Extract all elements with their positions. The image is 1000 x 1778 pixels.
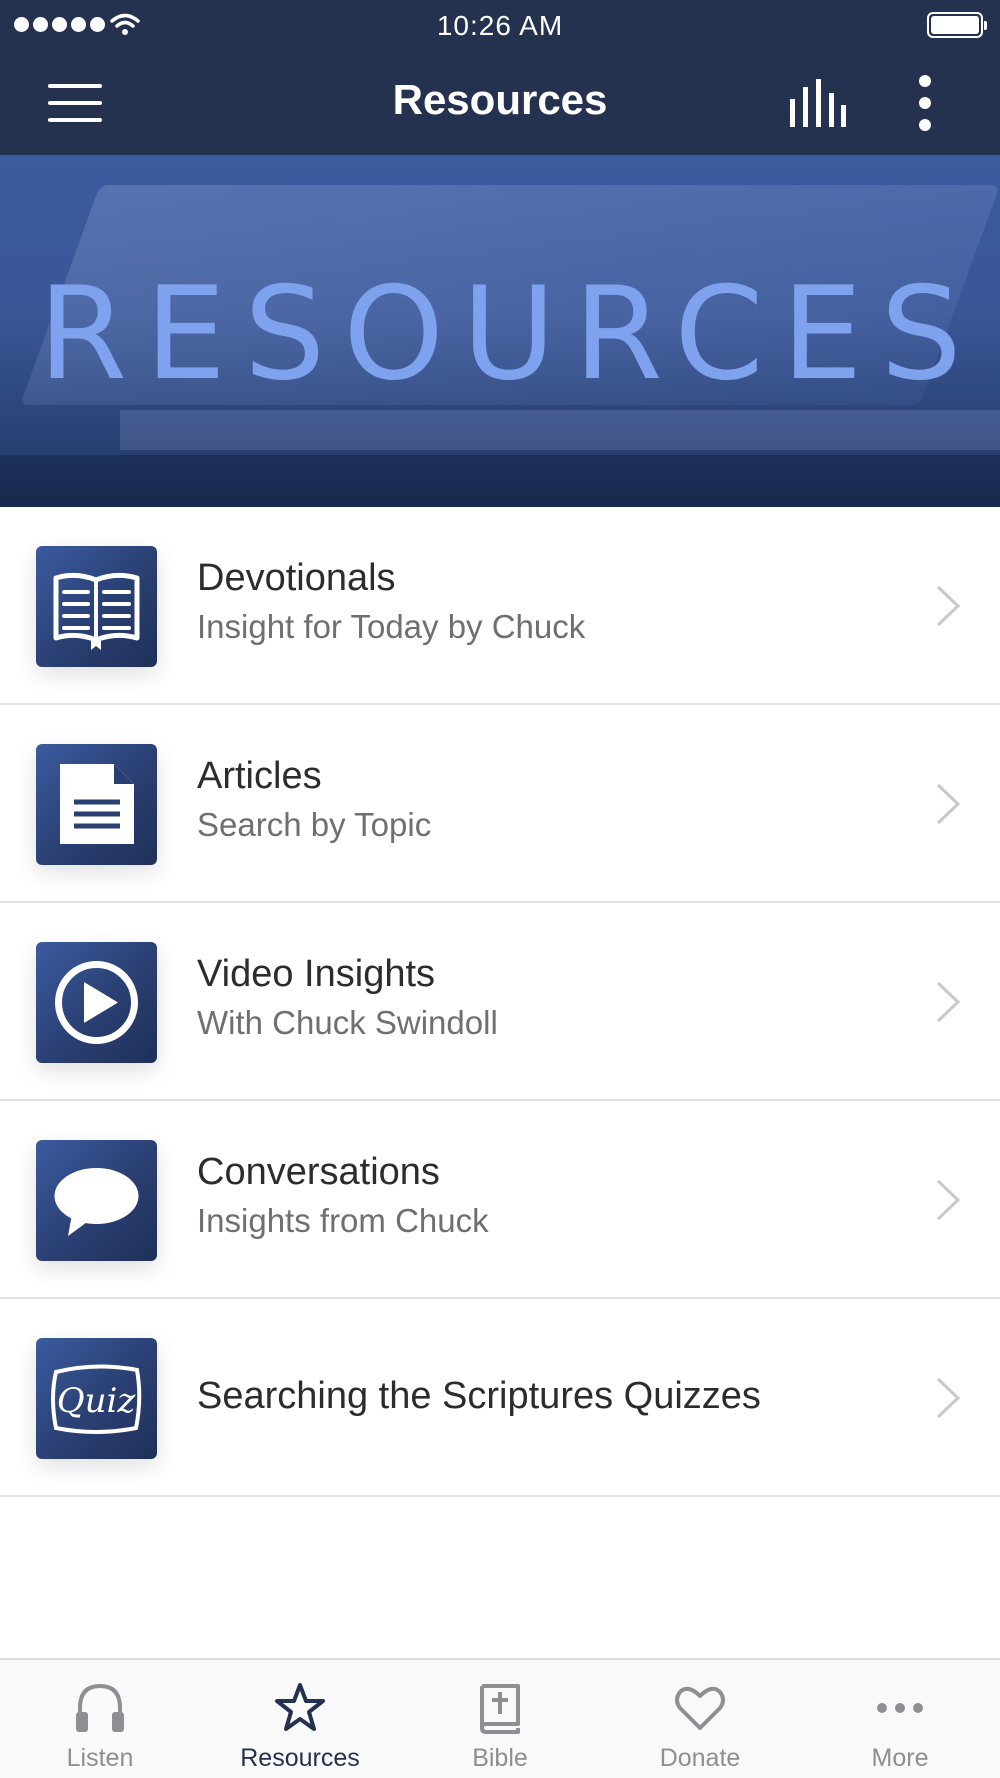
list-item-subtitle: With Chuck Swindoll <box>197 1004 498 1041</box>
list-item-text: Devotionals Insight for Today by Chuck <box>197 557 890 646</box>
list-item-title: Searching the Scriptures Quizzes <box>197 1375 761 1417</box>
list-item-subtitle: Insights from Chuck <box>197 1202 489 1239</box>
headphones-icon <box>76 1683 124 1732</box>
speech-bubble-icon <box>36 1140 157 1261</box>
chevron-right-icon <box>936 585 961 627</box>
open-book-icon <box>36 546 157 667</box>
play-circle-icon <box>36 942 157 1063</box>
chevron-right-icon <box>936 783 961 825</box>
heart-icon <box>675 1686 725 1730</box>
equalizer-icon[interactable] <box>790 79 846 127</box>
tab-bible[interactable]: Bible <box>400 1660 600 1778</box>
battery-icon <box>927 12 987 38</box>
list-item-conversations[interactable]: Conversations Insights from Chuck <box>0 1101 1000 1299</box>
list-item-articles[interactable]: Articles Search by Topic <box>0 705 1000 903</box>
tab-more[interactable]: More <box>800 1660 1000 1778</box>
hero-title: RESOURCES <box>38 260 980 409</box>
list-item-quizzes[interactable]: Quiz Searching the Scriptures Quizzes <box>0 1299 1000 1497</box>
list-item-subtitle: Insight for Today by Chuck <box>197 608 586 645</box>
list-item-title: Devotionals <box>197 557 396 599</box>
list-item-devotionals[interactable]: Devotionals Insight for Today by Chuck <box>0 507 1000 705</box>
tab-label: Resources <box>240 1744 360 1772</box>
tab-donate[interactable]: Donate <box>600 1660 800 1778</box>
book-page-edge <box>120 410 1000 450</box>
star-icon <box>275 1683 325 1731</box>
document-icon <box>36 744 157 865</box>
chevron-right-icon <box>936 1179 961 1221</box>
list-item-video-insights[interactable]: Video Insights With Chuck Swindoll <box>0 903 1000 1101</box>
list-item-title: Video Insights <box>197 953 436 995</box>
resource-list: Devotionals Insight for Today by Chuck A… <box>0 507 1000 1497</box>
nav-bar: Resources <box>0 52 1000 155</box>
hero-banner: RESOURCES <box>0 155 1000 507</box>
bible-icon <box>480 1684 520 1734</box>
list-item-text: Articles Search by Topic <box>197 755 890 844</box>
tab-resources[interactable]: Resources <box>200 1660 400 1778</box>
list-item-text: Conversations Insights from Chuck <box>197 1151 890 1240</box>
status-time: 10:26 AM <box>436 10 564 41</box>
quiz-icon: Quiz <box>36 1338 157 1459</box>
vertical-ellipsis-icon[interactable] <box>910 75 940 131</box>
tab-label: Bible <box>472 1744 528 1772</box>
tab-bar: Listen Resources Bible Donate More <box>0 1658 1000 1778</box>
list-item-text: Searching the Scriptures Quizzes <box>197 1375 890 1418</box>
list-item-title: Articles <box>197 755 322 797</box>
list-item-subtitle: Search by Topic <box>197 806 432 843</box>
chevron-right-icon <box>936 1377 961 1419</box>
tab-label: More <box>871 1744 929 1772</box>
table-surface <box>0 455 1000 507</box>
status-bar: 10:26 AM <box>0 0 1000 52</box>
tab-listen[interactable]: Listen <box>0 1660 200 1778</box>
list-item-text: Video Insights With Chuck Swindoll <box>197 953 890 1042</box>
horizontal-ellipsis-icon <box>877 1703 923 1713</box>
tab-label: Listen <box>66 1744 134 1772</box>
quiz-icon-text: Quiz <box>57 1381 137 1421</box>
list-item-title: Conversations <box>197 1151 440 1193</box>
chevron-right-icon <box>936 981 961 1023</box>
tab-label: Donate <box>659 1744 741 1772</box>
page-title: Resources <box>392 76 608 123</box>
